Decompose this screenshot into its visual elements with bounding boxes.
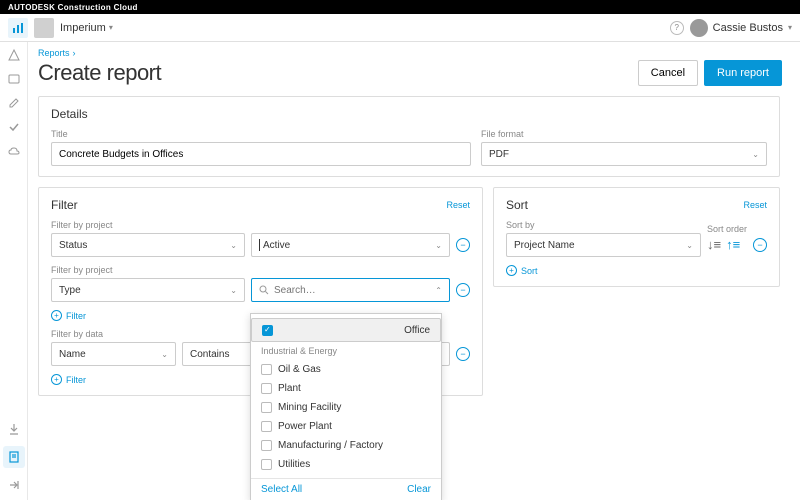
dropdown-option[interactable]: Manufacturing / Factory xyxy=(251,436,441,455)
nav-cloud-icon[interactable] xyxy=(7,144,21,158)
sort-asc-icon[interactable]: ↑≡ xyxy=(726,237,740,252)
sort-by-select[interactable]: Project Name⌄ xyxy=(506,233,701,257)
dropdown-option[interactable]: Plant xyxy=(251,379,441,398)
dropdown-group-label: Industrial & Energy xyxy=(251,342,441,360)
dropdown-option[interactable]: Mining Facility xyxy=(251,398,441,417)
run-report-button[interactable]: Run report xyxy=(704,60,782,86)
reports-icon[interactable] xyxy=(8,18,28,38)
main-content: Reports › Create report Cancel Run repor… xyxy=(28,42,800,500)
remove-sort-button[interactable]: − xyxy=(753,238,767,252)
project-selector[interactable]: Imperium ▾ xyxy=(60,22,113,34)
nav-edit-icon[interactable] xyxy=(7,96,21,110)
filter-field-select-2[interactable]: Type⌄ xyxy=(51,278,245,302)
details-card: Details Title File format PDF ⌄ xyxy=(38,96,780,177)
cancel-button[interactable]: Cancel xyxy=(638,60,698,86)
filter-by-project-label: Filter by project xyxy=(51,220,470,230)
avatar xyxy=(690,19,708,37)
file-format-label: File format xyxy=(481,129,767,139)
sort-desc-icon[interactable]: ↓≡ xyxy=(707,237,721,252)
file-format-select[interactable]: PDF ⌄ xyxy=(481,142,767,166)
dropdown-option-office[interactable]: Office xyxy=(251,318,441,342)
search-icon xyxy=(259,285,269,295)
filter-value-select[interactable]: Active⌄ xyxy=(251,233,450,257)
chevron-down-icon: ⌄ xyxy=(752,150,759,159)
nav-reports-icon[interactable] xyxy=(3,446,25,468)
search-input[interactable] xyxy=(274,279,430,301)
nav-rail xyxy=(0,42,28,500)
title-input[interactable] xyxy=(51,142,471,166)
sort-order-label: Sort order xyxy=(707,224,747,234)
chevron-up-icon: ⌃ xyxy=(435,286,442,295)
nav-check-icon[interactable] xyxy=(7,120,21,134)
user-menu[interactable]: Cassie Bustos ▾ xyxy=(690,19,792,37)
remove-filter-button[interactable]: − xyxy=(456,238,470,252)
sort-reset-link[interactable]: Reset xyxy=(743,200,767,210)
details-heading: Details xyxy=(51,107,767,121)
chevron-right-icon: › xyxy=(73,48,76,58)
help-icon[interactable]: ? xyxy=(670,21,684,35)
clear-link[interactable]: Clear xyxy=(407,484,431,495)
app-header: Imperium ▾ ? Cassie Bustos ▾ xyxy=(0,14,800,42)
filter-by-project-label-2: Filter by project xyxy=(51,265,470,275)
brand-bar: AUTODESK Construction Cloud xyxy=(0,0,800,14)
filter-card: Filter Reset Filter by project Status⌄ A… xyxy=(38,187,483,396)
sort-heading: Sort xyxy=(506,198,528,212)
dropdown-option[interactable]: Oil & Gas xyxy=(251,360,441,379)
filter-type-search[interactable]: ⌃ xyxy=(251,278,450,302)
sort-card: Sort Reset Sort by Project Name⌄ Sort or… xyxy=(493,187,780,287)
title-label: Title xyxy=(51,129,471,139)
page-title: Create report xyxy=(38,60,161,86)
nav-alert-icon[interactable] xyxy=(7,48,21,62)
breadcrumb[interactable]: Reports › xyxy=(38,48,782,58)
sort-by-label: Sort by xyxy=(506,220,701,230)
project-thumbnail xyxy=(34,18,54,38)
download-icon[interactable] xyxy=(7,422,21,436)
filter-field-select[interactable]: Status⌄ xyxy=(51,233,245,257)
nav-card-icon[interactable] xyxy=(7,72,21,86)
remove-filter-button-2[interactable]: − xyxy=(456,283,470,297)
dropdown-option[interactable]: Utilities xyxy=(251,455,441,474)
chevron-down-icon: ▾ xyxy=(109,23,113,32)
add-sort-link[interactable]: +Sort xyxy=(506,265,767,276)
data-field-select[interactable]: Name⌄ xyxy=(51,342,176,366)
filter-heading: Filter xyxy=(51,198,78,212)
type-dropdown: Office Industrial & Energy Oil & Gas Pla… xyxy=(250,313,442,500)
remove-data-filter-button[interactable]: − xyxy=(456,347,470,361)
select-all-link[interactable]: Select All xyxy=(261,484,302,495)
filter-reset-link[interactable]: Reset xyxy=(446,200,470,210)
brand-text: AUTODESK Construction Cloud xyxy=(8,3,138,12)
dropdown-option[interactable]: Power Plant xyxy=(251,417,441,436)
chevron-down-icon: ▾ xyxy=(788,23,792,32)
collapse-icon[interactable] xyxy=(7,478,21,492)
